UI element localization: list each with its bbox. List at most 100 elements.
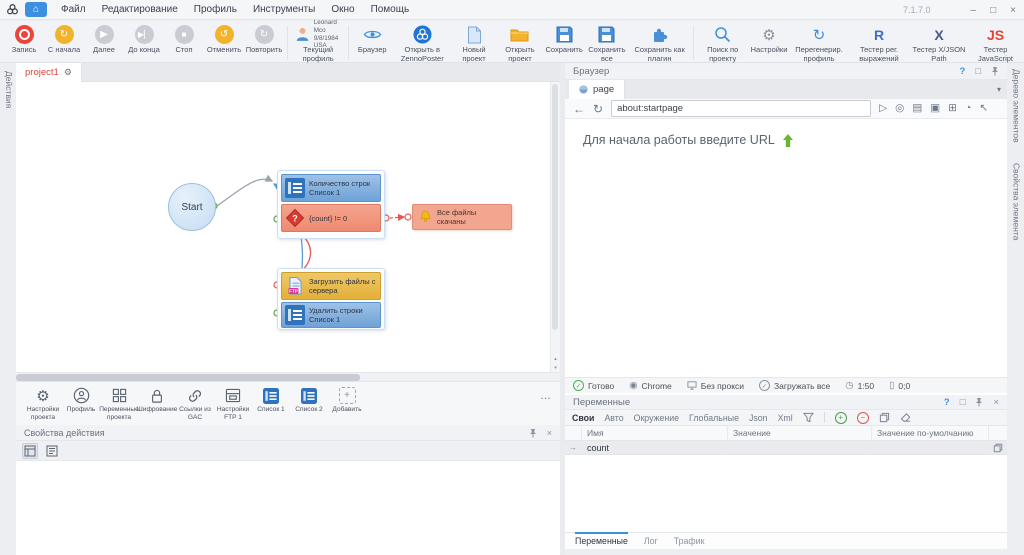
tab-json[interactable]: Json	[749, 413, 768, 423]
maximize-panel-icon[interactable]: □	[975, 66, 981, 77]
start-node[interactable]: Start	[168, 183, 216, 231]
footer-tab-traffic[interactable]: Трафик	[674, 533, 705, 546]
undo-button[interactable]: ↺ Отменить	[204, 24, 244, 55]
tab-xml[interactable]: Xml	[778, 413, 793, 423]
canvas-horizontal-scrollbar[interactable]	[16, 372, 560, 381]
maximize-button[interactable]: □	[990, 5, 996, 16]
scrollbar-thumb[interactable]	[552, 84, 558, 330]
footer-tab-log[interactable]: Лог	[644, 533, 658, 546]
reload-icon[interactable]: ↻	[593, 103, 603, 115]
variable-name-cell[interactable]: count	[582, 441, 728, 454]
browser-tab-page[interactable]: page	[569, 80, 625, 99]
pin-icon[interactable]	[991, 66, 999, 76]
regenerate-profile-button[interactable]: ↻ Перегенерир. профиль	[789, 24, 849, 63]
save-as-plugin-button[interactable]: Сохранить как плагин	[630, 24, 690, 63]
help-icon[interactable]: ?	[944, 397, 950, 408]
save-button[interactable]: Сохранить	[544, 24, 584, 55]
menu-edit[interactable]: Редактирование	[94, 0, 186, 20]
tab-environment[interactable]: Окружение	[634, 413, 679, 423]
record-button[interactable]: Запись	[4, 24, 44, 55]
tab-list-dropdown-icon[interactable]: ▾	[997, 85, 1001, 94]
canvas-vertical-scrollbar[interactable]: ▴ ▾	[550, 82, 560, 372]
page-source-icon[interactable]: ▤	[912, 103, 922, 114]
new-project-button[interactable]: Новый проект	[452, 24, 496, 63]
panels-layout-icon[interactable]: ⊞	[948, 103, 957, 114]
count-rows-action[interactable]: Количество строкСписок 1	[281, 174, 381, 202]
browser-toggle-button[interactable]: Браузер	[352, 24, 392, 55]
menu-tools[interactable]: Инструменты	[245, 0, 323, 20]
url-input[interactable]	[611, 100, 871, 117]
js-tester-button[interactable]: JS Тестер JavaScript	[969, 24, 1022, 63]
new-window-icon[interactable]: ▣	[930, 103, 940, 114]
tab-own[interactable]: Свои	[572, 413, 594, 423]
variable-value-cell[interactable]	[728, 441, 872, 454]
remove-variable-icon[interactable]: −	[857, 412, 869, 424]
condition-action[interactable]: ? {count} != 0	[281, 204, 381, 232]
column-default[interactable]: Значение по-умолчанию	[872, 426, 988, 440]
project-tab[interactable]: project1 ⚙	[16, 63, 82, 82]
open-project-button[interactable]: Открыть проект	[496, 24, 544, 63]
ftp-settings-button[interactable]: Настройки FTP 1	[214, 386, 252, 425]
restart-button[interactable]: ↻ С начала	[44, 24, 84, 55]
cursor-icon[interactable]: ↖	[979, 103, 988, 114]
copy-icon[interactable]	[879, 412, 890, 423]
delete-rows-action[interactable]: Удалить строкиСписок 1	[281, 302, 381, 328]
close-panel-icon[interactable]: ×	[993, 397, 999, 408]
pin-icon[interactable]	[975, 397, 983, 407]
stop-button[interactable]: ■ Стоп	[164, 24, 204, 55]
flowchart-canvas[interactable]: Start Количество строкСписок 1 ? {count}…	[16, 82, 560, 372]
actions-dock-tab[interactable]: Действия	[2, 71, 14, 108]
help-icon[interactable]: ?	[959, 66, 965, 77]
menu-profile[interactable]: Профиль	[186, 0, 245, 20]
target-icon[interactable]: ◎	[895, 103, 904, 114]
list2-button[interactable]: Список 2	[290, 386, 328, 425]
project-settings-button[interactable]: ⚙ Настройки проекта	[24, 386, 62, 425]
action-group-top[interactable]: Количество строкСписок 1 ? {count} != 0	[277, 170, 385, 239]
current-profile-button[interactable]: Leonard Mco 9/8/1984 USA Текущий профиль	[291, 24, 346, 63]
filter-icon[interactable]	[803, 412, 814, 423]
variable-default-cell[interactable]	[872, 441, 988, 454]
add-variable-icon[interactable]: +	[835, 412, 847, 424]
back-icon[interactable]: ←	[573, 103, 585, 115]
copy-row-icon[interactable]	[988, 441, 1007, 454]
run-to-end-button[interactable]: ▶▏ До конца	[124, 24, 164, 55]
scroll-down-icon[interactable]: ▾	[551, 365, 560, 371]
footer-tab-variables[interactable]: Переменные	[575, 532, 628, 546]
gac-references-button[interactable]: Ссылки из GAC	[176, 386, 214, 425]
pin-icon[interactable]	[529, 428, 537, 438]
column-name[interactable]: Имя	[582, 426, 728, 440]
search-project-button[interactable]: Поиск по проекту	[696, 24, 749, 63]
scroll-up-icon[interactable]: ▴	[551, 356, 560, 362]
alphabetical-view-button[interactable]	[44, 443, 60, 459]
open-in-zennoposter-button[interactable]: Открыть в ZennoPoster	[392, 24, 452, 63]
profile-button[interactable]: Профиль	[62, 386, 100, 425]
project-variables-button[interactable]: Переменные проекта	[100, 386, 138, 425]
minimize-button[interactable]: –	[971, 5, 977, 16]
close-button[interactable]: ×	[1010, 5, 1016, 16]
tab-auto[interactable]: Авто	[604, 413, 623, 423]
home-button[interactable]: ⌂	[25, 2, 47, 17]
redo-button[interactable]: ↻ Повторить	[244, 24, 284, 55]
more-button[interactable]: …	[540, 390, 552, 402]
menu-help[interactable]: Помощь	[363, 0, 418, 20]
browser-viewport[interactable]: Для начала работы введите URL	[565, 119, 1007, 377]
add-resource-button[interactable]: + Добавить	[328, 386, 366, 425]
save-all-button[interactable]: Сохранить все	[584, 24, 630, 63]
categorized-view-button[interactable]	[22, 443, 38, 459]
run-icon[interactable]: ▷	[879, 103, 887, 114]
element-tree-dock-tab[interactable]: Дерево элементов	[1010, 69, 1022, 143]
column-value[interactable]: Значение	[728, 426, 872, 440]
regex-tester-button[interactable]: R Тестер рег. выражений	[849, 24, 909, 63]
menu-window[interactable]: Окно	[323, 0, 362, 20]
menu-file[interactable]: Файл	[53, 0, 94, 20]
history-icon[interactable]: ◔	[965, 103, 971, 114]
step-next-button[interactable]: ▶ Далее	[84, 24, 124, 55]
maximize-panel-icon[interactable]: □	[960, 397, 966, 408]
variables-table-body[interactable]	[565, 455, 1007, 532]
encryption-button[interactable]: Шифрование	[138, 386, 176, 425]
tab-global[interactable]: Глобальные	[689, 413, 739, 423]
eraser-icon[interactable]	[900, 412, 912, 423]
download-files-action[interactable]: FTP Загрузить файлы с сервера	[281, 272, 381, 300]
variable-row[interactable]: → count	[565, 441, 1007, 455]
element-properties-dock-tab[interactable]: Свойства элемента	[1010, 163, 1022, 240]
